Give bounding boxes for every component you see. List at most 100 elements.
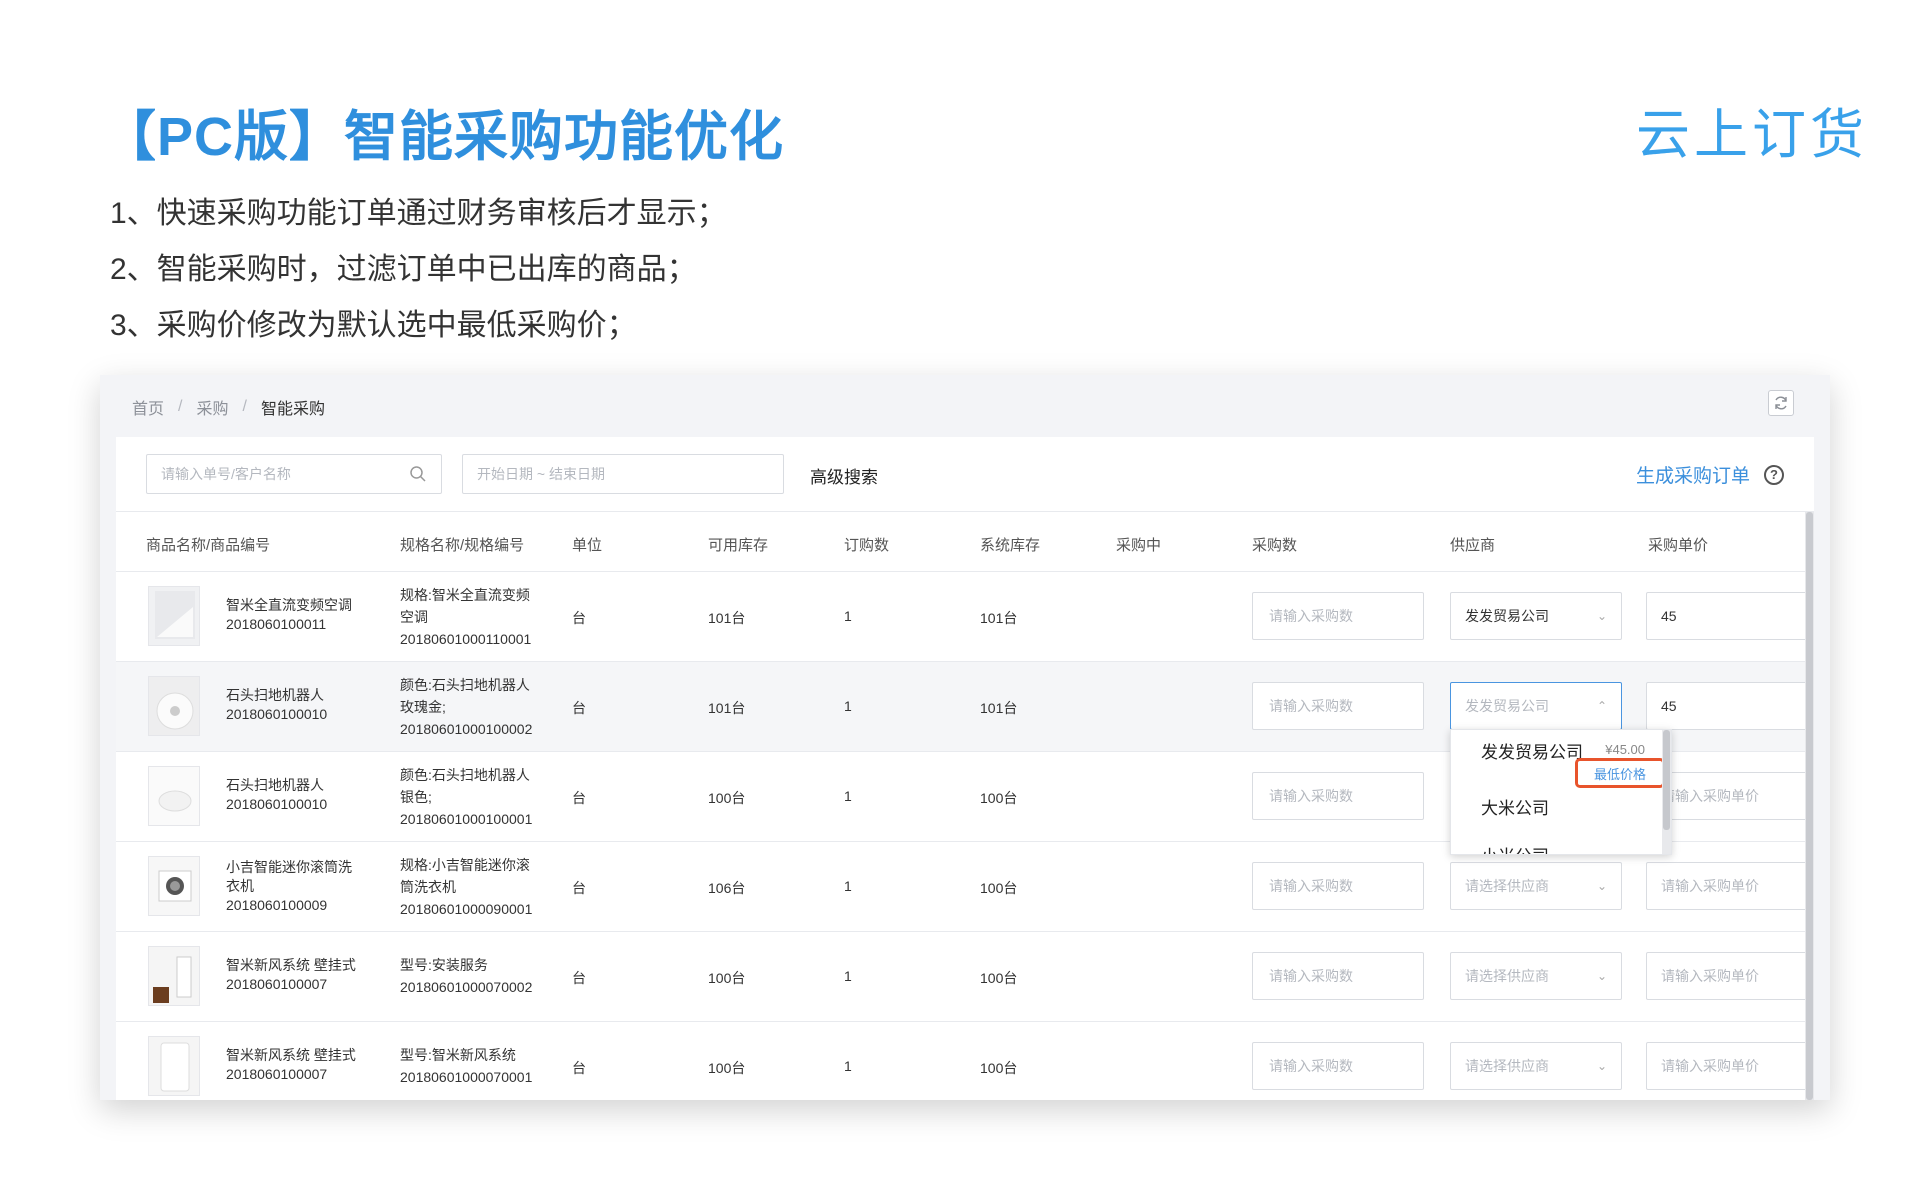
supplier-value: 请选择供应商 <box>1465 878 1549 894</box>
purchase-panel: 请输入单号/客户名称 开始日期 ~ 结束日期 高级搜索 生成采购订单 ? 商品名… <box>116 437 1814 1100</box>
product-name-line: 2018060100011 <box>226 616 327 632</box>
system-stock-cell: 100台 <box>980 790 1018 806</box>
purchase-qty-placeholder: 请输入采购数 <box>1269 968 1353 984</box>
header-qty: 采购数 <box>1252 537 1298 554</box>
spec-line: 规格:小吉智能迷你滚 <box>400 857 530 873</box>
search-placeholder: 请输入单号/客户名称 <box>161 466 291 482</box>
purchase-qty-input[interactable]: 请输入采购数 <box>1252 772 1424 820</box>
breadcrumb-purchase[interactable]: 采购 <box>196 395 228 419</box>
dropdown-option-2[interactable]: 大米公司 <box>1481 794 1549 819</box>
supplier-select[interactable]: 发发贸易公司 ⌃ <box>1450 682 1622 730</box>
chevron-down-icon: ⌄ <box>1596 969 1607 983</box>
supplier-select[interactable]: 发发贸易公司 ⌄ <box>1450 592 1622 640</box>
product-name-line: 石头扫地机器人 <box>226 777 324 793</box>
scrollbar-thumb[interactable] <box>1806 512 1813 1100</box>
purchase-qty-placeholder: 请输入采购数 <box>1269 1058 1353 1074</box>
unit-price-value: 请输入采购单价 <box>1661 788 1759 804</box>
system-stock-cell: 101台 <box>980 610 1018 626</box>
spec-line: 玫瑰金; <box>400 699 446 715</box>
supplier-select[interactable]: 请选择供应商 ⌄ <box>1450 952 1622 1000</box>
purchase-qty-input[interactable]: 请输入采购数 <box>1252 592 1424 640</box>
unit-price-input[interactable]: 请输入采购单价 <box>1646 1042 1814 1090</box>
dropdown-scroll-thumb[interactable] <box>1663 730 1670 830</box>
search-icon[interactable] <box>409 465 427 483</box>
product-name: 智米新风系统 壁挂式 2018060100007 <box>226 956 356 994</box>
system-stock-cell: 100台 <box>980 970 1018 986</box>
product-name: 石头扫地机器人 2018060100010 <box>226 686 327 724</box>
chevron-up-icon: ⌃ <box>1596 699 1607 713</box>
table-row[interactable]: 智米全直流变频空调 2018060100011 规格:智米全直流变频 空调 20… <box>116 572 1814 662</box>
unit-price-input[interactable]: 请输入采购单价 <box>1646 862 1814 910</box>
available-stock-cell: 101台 <box>708 610 746 626</box>
spec-line: 型号:智米新风系统 <box>400 1047 516 1063</box>
spec-info: 颜色:石头扫地机器人 玫瑰金; 20180601000100002 <box>400 674 532 740</box>
purchase-qty-input[interactable]: 请输入采购数 <box>1252 682 1424 730</box>
header-unit-price: 采购单价 <box>1648 537 1709 554</box>
chevron-down-icon: ⌄ <box>1596 609 1607 623</box>
spec-line: 规格:智米全直流变频 <box>400 587 530 603</box>
supplier-select[interactable]: 请选择供应商 ⌄ <box>1450 862 1622 910</box>
spec-line: 筒洗衣机 <box>400 879 456 895</box>
dropdown-scrollbar[interactable] <box>1662 730 1671 854</box>
spec-line: 颜色:石头扫地机器人 <box>400 677 530 693</box>
date-range-placeholder: 开始日期 ~ 结束日期 <box>477 466 605 482</box>
product-thumbnail <box>148 676 200 736</box>
dropdown-option-1[interactable]: 发发贸易公司 <box>1481 738 1583 763</box>
purchase-qty-input[interactable]: 请输入采购数 <box>1252 862 1424 910</box>
unit-price-input[interactable]: 45 <box>1646 592 1814 640</box>
product-name-line: 2018060100010 <box>226 796 328 812</box>
table-scrollbar[interactable] <box>1805 512 1814 1100</box>
header-unit: 单位 <box>572 537 603 554</box>
purchase-qty-input[interactable]: 请输入采购数 <box>1252 952 1424 1000</box>
table-row[interactable]: 智米新风系统 壁挂式 2018060100007 型号:安装服务 2018060… <box>116 932 1814 1022</box>
breadcrumb-home[interactable]: 首页 <box>132 395 164 419</box>
refresh-button[interactable] <box>1768 390 1794 416</box>
advanced-search-link[interactable]: 高级搜索 <box>810 463 878 488</box>
table-header: 商品名称/商品编号 规格名称/规格编号 单位 可用库存 订购数 系统库存 采购中… <box>116 512 1814 572</box>
ordered-qty-cell: 1 <box>844 788 852 804</box>
ordered-qty-cell: 1 <box>844 608 852 624</box>
spec-info: 规格:智米全直流变频 空调 20180601000110001 <box>400 584 531 650</box>
table-row[interactable]: 智米新风系统 壁挂式 2018060100007 型号:智米新风系统 20180… <box>116 1022 1814 1100</box>
ordered-qty-cell: 1 <box>844 1058 852 1074</box>
unit-cell: 台 <box>572 970 586 986</box>
supplier-value: 发发贸易公司 <box>1465 608 1549 624</box>
spec-info: 规格:小吉智能迷你滚 筒洗衣机 20180601000090001 <box>400 854 532 920</box>
unit-price-input[interactable]: 45 <box>1646 682 1814 730</box>
search-input[interactable]: 请输入单号/客户名称 <box>146 454 442 494</box>
system-stock-cell: 100台 <box>980 1060 1018 1076</box>
spec-info: 型号:安装服务 20180601000070002 <box>400 954 532 998</box>
spec-code: 20180601000090001 <box>400 901 533 917</box>
unit-price-value: 请输入采购单价 <box>1661 878 1759 894</box>
lowest-price-tag: 最低价格 <box>1575 758 1665 788</box>
system-stock-cell: 101台 <box>980 700 1018 716</box>
available-stock-cell: 100台 <box>708 970 746 986</box>
product-name-line: 智米新风系统 壁挂式 <box>226 1047 356 1063</box>
purchase-qty-placeholder: 请输入采购数 <box>1269 788 1353 804</box>
spec-line: 20180601000070002 <box>400 979 533 995</box>
purchase-qty-input[interactable]: 请输入采购数 <box>1252 1042 1424 1090</box>
product-name-line: 小吉智能迷你滚筒洗 <box>226 859 352 875</box>
product-thumbnail <box>148 1036 200 1096</box>
breadcrumb-current: 智能采购 <box>260 401 325 418</box>
system-stock-cell: 100台 <box>980 880 1018 896</box>
generate-order-button[interactable]: 生成采购订单 ? <box>1636 461 1784 488</box>
available-stock-cell: 100台 <box>708 1060 746 1076</box>
product-name-line: 2018060100010 <box>226 706 328 722</box>
product-name: 智米全直流变频空调 2018060100011 <box>226 596 352 634</box>
available-stock-cell: 100台 <box>708 790 746 806</box>
app-screenshot: 首页 / 采购 / 智能采购 请输入单号/客户名称 开始日期 ~ 结束日期 高级… <box>100 375 1830 1100</box>
dropdown-option-3[interactable]: 小米公司 <box>1481 842 1549 854</box>
unit-price-input[interactable]: 请输入采购单价 <box>1646 952 1814 1000</box>
spec-line: 空调 <box>400 609 428 625</box>
help-icon[interactable]: ? <box>1764 464 1784 485</box>
product-name: 小吉智能迷你滚筒洗 衣机 2018060100009 <box>226 858 352 915</box>
table-row[interactable]: 小吉智能迷你滚筒洗 衣机 2018060100009 规格:小吉智能迷你滚 筒洗… <box>116 842 1814 932</box>
refresh-icon <box>1775 396 1787 410</box>
unit-price-value: 请输入采购单价 <box>1661 1058 1759 1074</box>
supplier-select[interactable]: 请选择供应商 ⌄ <box>1450 1042 1622 1090</box>
date-range-input[interactable]: 开始日期 ~ 结束日期 <box>462 454 784 494</box>
header-ordered: 订购数 <box>844 537 890 554</box>
unit-cell: 台 <box>572 610 586 626</box>
spec-info: 型号:智米新风系统 20180601000070001 <box>400 1044 532 1088</box>
